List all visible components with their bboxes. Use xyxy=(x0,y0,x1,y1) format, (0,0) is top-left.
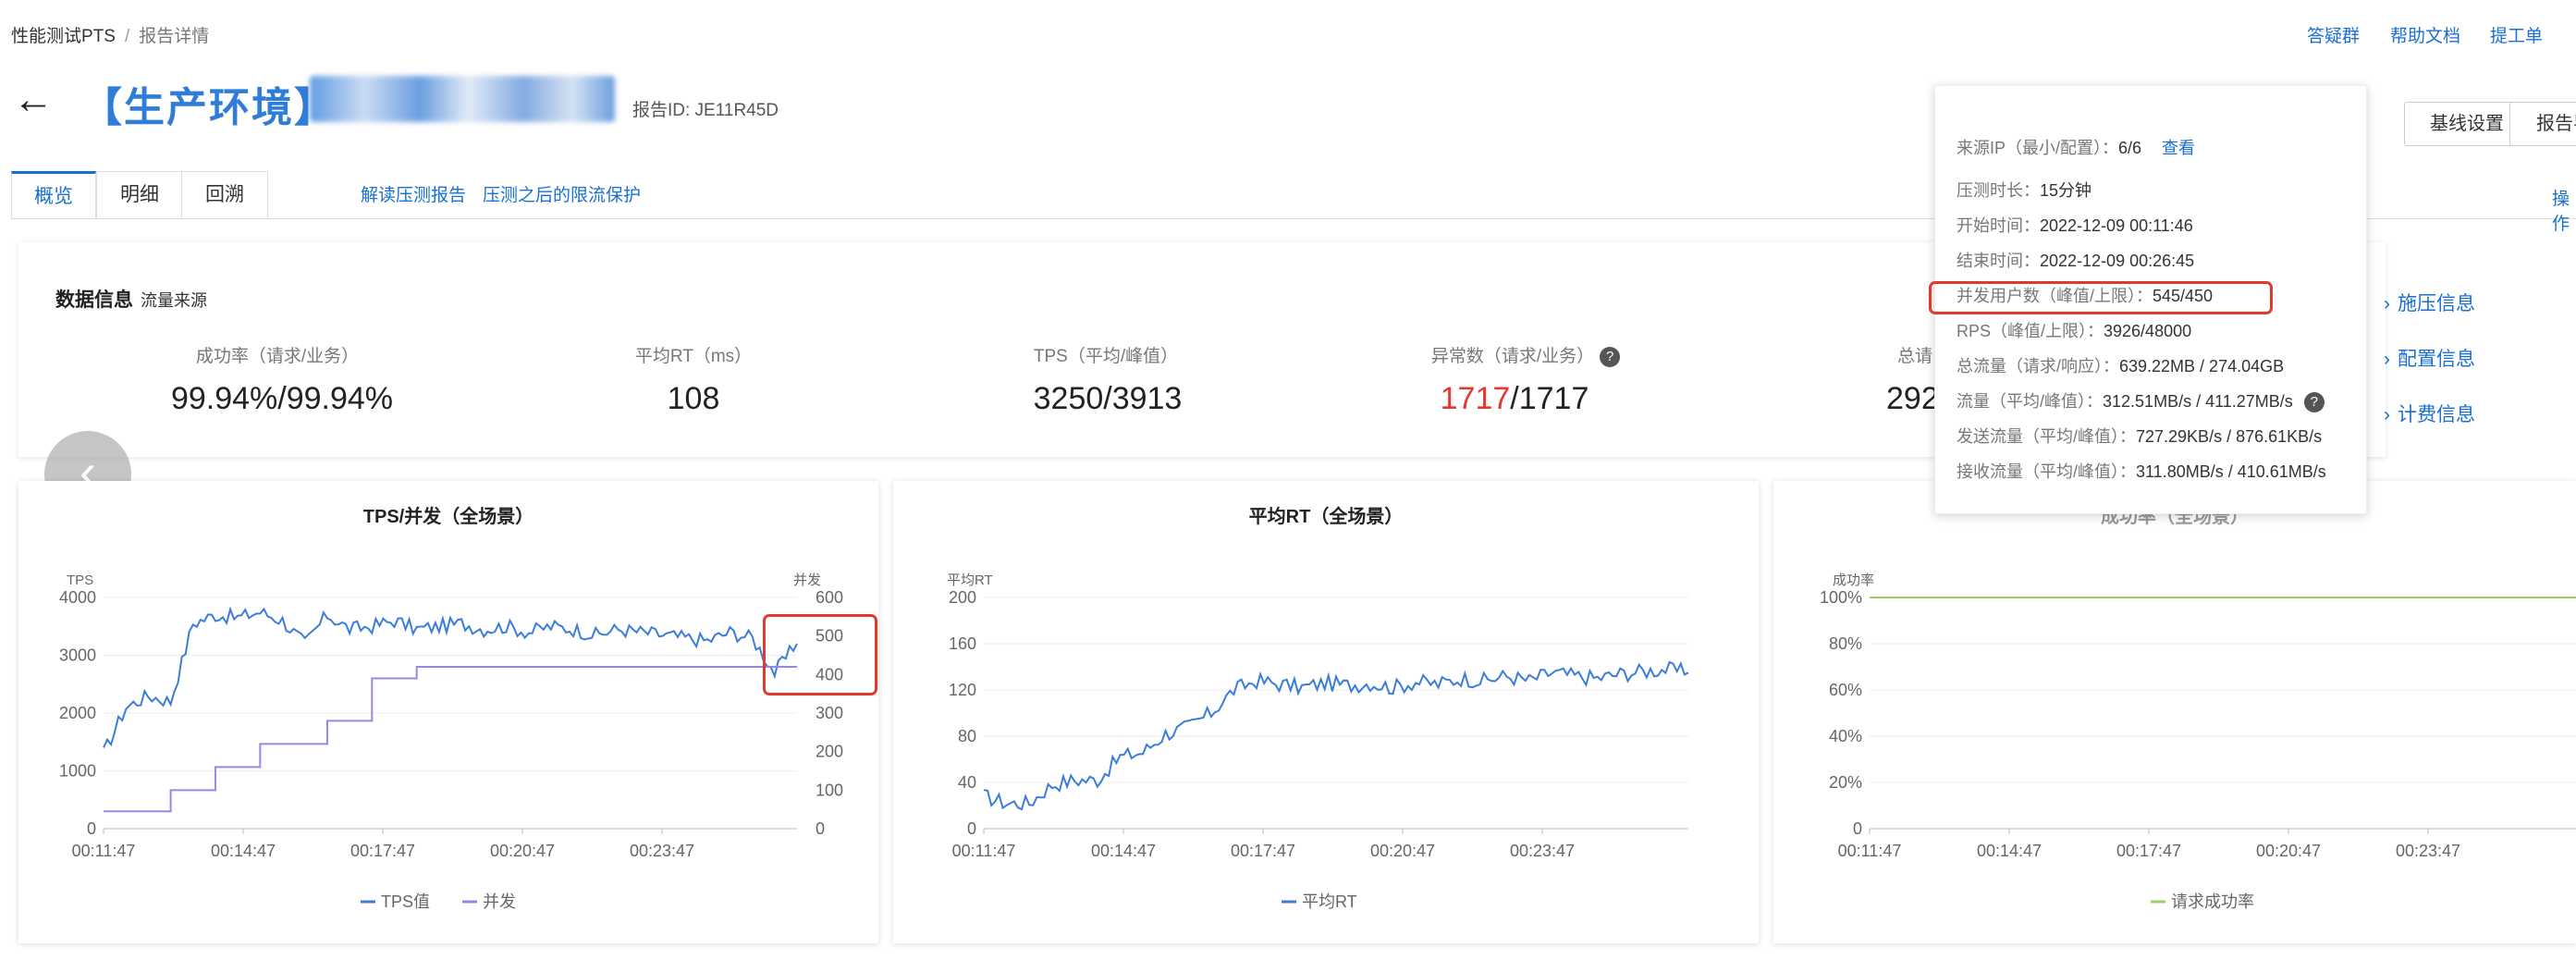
x-tick-label: 00:17:47 xyxy=(2116,842,2181,860)
tooltip-row: 发送流量（平均/峰值）：727.29KB/s / 876.61KB/s xyxy=(1957,424,2322,448)
x-tick-label: 00:14:47 xyxy=(1977,842,2042,860)
x-tick-label: 00:11:47 xyxy=(72,842,136,860)
y-tick-label: 2000 xyxy=(59,704,96,722)
y-tick-label: 120 xyxy=(949,681,976,699)
y2-tick-label: 600 xyxy=(816,588,843,607)
x-tick-label: 00:20:47 xyxy=(490,842,555,860)
y-tick-label: 0 xyxy=(1853,819,1862,838)
y-tick-label: 0 xyxy=(967,819,976,838)
tooltip-row-value: 6/6 xyxy=(2118,139,2142,157)
legend-label: TPS值 xyxy=(381,892,430,911)
tooltip-row: 流量（平均/峰值）：312.51MB/s / 411.27MB/s? xyxy=(1957,388,2325,413)
tooltip-row: 结束时间：2022-12-09 00:26:45 xyxy=(1957,248,2194,272)
y-tick-label: 40 xyxy=(958,773,976,792)
y-tick-label: 0 xyxy=(87,819,96,838)
tooltip-row-value: 639.22MB / 274.04GB xyxy=(2119,357,2285,375)
y-tick-label: 3000 xyxy=(59,646,96,665)
question-circle-icon[interactable]: ? xyxy=(2303,392,2325,413)
highlight-box-concurrent-users xyxy=(1929,281,2273,314)
tooltip-row: 接收流量（平均/峰值）：311.80MB/s / 410.61MB/s xyxy=(1957,459,2326,483)
y-tick-label: 100% xyxy=(1820,588,1862,607)
x-tick-label: 00:20:47 xyxy=(2256,842,2321,860)
y-axis-label: 平均RT xyxy=(947,572,993,588)
tooltip-row: 开始时间：2022-12-09 00:11:46 xyxy=(1957,213,2193,237)
y-tick-label: 40% xyxy=(1829,727,1862,745)
y-axis-label: TPS xyxy=(67,572,93,588)
y-tick-label: 80% xyxy=(1829,634,1862,653)
tooltip-row-value: 15分钟 xyxy=(2040,181,2092,200)
tooltip-row-key: 来源IP（最小/配置）： xyxy=(1957,139,2119,157)
x-tick-label: 00:23:47 xyxy=(630,842,694,860)
y2-tick-label: 200 xyxy=(816,743,843,761)
tooltip-row-value: 312.51MB/s / 411.27MB/s xyxy=(2103,392,2293,411)
y-axis-label: 成功率 xyxy=(1833,572,1874,588)
y-tick-label: 1000 xyxy=(59,762,96,781)
series-line-并发 xyxy=(104,666,797,813)
tooltip-view-link[interactable]: 查看 xyxy=(2162,139,2195,157)
x-tick-label: 00:11:47 xyxy=(952,842,1016,860)
tooltip-row: 来源IP（最小/配置）：6/6 查看 xyxy=(1957,135,2195,159)
y2-tick-label: 100 xyxy=(816,781,843,799)
x-tick-label: 00:14:47 xyxy=(1091,842,1156,860)
y-tick-label: 60% xyxy=(1829,681,1862,699)
tooltip-row-key: 开始时间： xyxy=(1957,216,2040,235)
y2-tick-label: 0 xyxy=(816,819,825,838)
x-tick-label: 00:14:47 xyxy=(211,842,276,860)
x-tick-label: 00:17:47 xyxy=(350,842,415,860)
tooltip-row-value: 727.29KB/s / 876.61KB/s xyxy=(2136,427,2323,446)
tooltip-row-key: 接收流量（平均/峰值）： xyxy=(1957,462,2136,481)
y2-tick-label: 300 xyxy=(816,704,843,722)
series-line-TPS值 xyxy=(103,606,798,748)
tooltip-row-key: 总流量（请求/响应）： xyxy=(1957,357,2119,375)
y2-axis-label: 并发 xyxy=(793,572,821,588)
tooltip-row-key: RPS（峰值/上限）： xyxy=(1957,322,2104,340)
tooltip-row-key: 流量（平均/峰值）： xyxy=(1957,392,2104,411)
legend-label: 并发 xyxy=(483,892,516,911)
x-tick-label: 00:17:47 xyxy=(1231,842,1295,860)
highlight-box-concurrency-axis xyxy=(763,614,877,695)
y-tick-label: 4000 xyxy=(59,588,96,607)
legend-label: 请求成功率 xyxy=(2171,892,2254,911)
tooltip-row-value: 3926/48000 xyxy=(2104,322,2192,340)
x-tick-label: 00:23:47 xyxy=(1510,842,1575,860)
tooltip-row-value: 2022-12-09 00:11:46 xyxy=(2040,216,2193,235)
x-tick-label: 00:23:47 xyxy=(2396,842,2460,860)
x-tick-label: 00:11:47 xyxy=(1838,842,1902,860)
tooltip-row-value: 311.80MB/s / 410.61MB/s xyxy=(2136,462,2326,481)
y-tick-label: 20% xyxy=(1829,773,1862,792)
tooltip-row-key: 压测时长： xyxy=(1957,181,2040,200)
tooltip-row: RPS（峰值/上限）：3926/48000 xyxy=(1957,318,2191,342)
y-tick-label: 200 xyxy=(949,588,976,607)
legend-label: 平均RT xyxy=(1302,892,1357,911)
tooltip-row-key: 发送流量（平均/峰值）： xyxy=(1957,427,2136,446)
tooltip-row: 压测时长：15分钟 xyxy=(1957,178,2091,202)
tooltip-row: 总流量（请求/响应）：639.22MB / 274.04GB xyxy=(1957,353,2284,377)
tooltip-row-value: 2022-12-09 00:26:45 xyxy=(2040,252,2195,270)
y-tick-label: 80 xyxy=(958,727,976,745)
tooltip-row-key: 结束时间： xyxy=(1957,252,2040,270)
x-tick-label: 00:20:47 xyxy=(1370,842,1435,860)
y-tick-label: 160 xyxy=(949,634,976,653)
